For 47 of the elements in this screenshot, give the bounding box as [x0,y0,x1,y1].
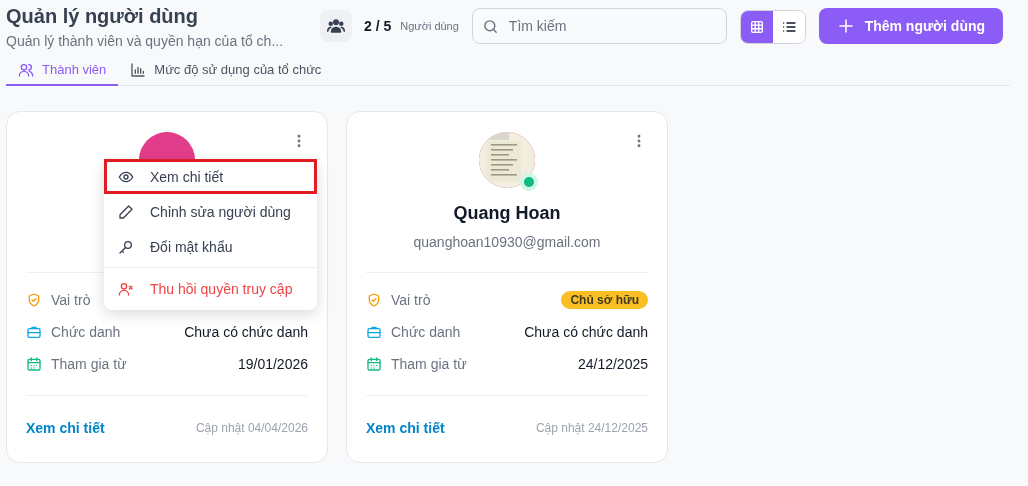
field-label: Tham gia từ [391,356,467,372]
role-badge: Chủ sở hữu [561,291,648,309]
grid-icon [748,19,765,35]
users-icon [18,61,34,78]
field-label: Tham gia từ [51,356,127,372]
search-icon [481,18,499,35]
briefcase-icon [26,324,42,340]
page-title: Quản lý người dùng [6,4,200,29]
view-toggle[interactable] [740,11,773,43]
user-remove-icon [118,280,134,297]
field-label: Chức danh [51,324,121,340]
key-icon [118,238,134,255]
add-user-button[interactable]: Thêm người dùng [818,8,1003,44]
calendar-icon [26,356,42,372]
shield-icon [26,292,42,308]
user-count-label: Người dùng [400,20,459,32]
view-toggle[interactable] [772,11,805,43]
menu-item[interactable]: Thu hồi quyền truy cập [104,271,317,306]
updated-date: Cập nhật 04/04/2026 [195,421,308,435]
search-field[interactable]: Tìm kiếm [471,8,727,44]
user-email: quanghoan10930@gmail.com [412,233,602,252]
field-value: 24/12/2025 [577,356,648,372]
tab[interactable]: Thành viên [6,55,119,86]
field-value: 19/01/2026 [237,356,308,372]
menu-item[interactable]: Chỉnh sửa người dùng [104,194,317,229]
plus-icon [836,17,855,35]
briefcase-icon [366,324,382,340]
view-details-link[interactable]: Xem chi tiết [26,420,105,436]
page-subtitle: Quản lý thành viên và quyền hạn của tổ ch... [6,33,285,49]
field-label: Chức danh [391,324,461,340]
field-label: Vai trò [51,292,91,308]
field-label: Vai trò [391,292,431,308]
view-details-link[interactable]: Xem chi tiết [366,420,445,436]
menu-item[interactable]: Xem chi tiết [104,159,317,194]
calendar-icon [366,356,382,372]
user-count: 2 / 5 [364,18,392,34]
tab[interactable]: Mức độ sử dụng của tổ chức [118,55,334,86]
shield-icon [366,292,382,308]
menu-item[interactable]: Đổi mật khẩu [104,229,317,264]
field-value: Chưa có chức danh [524,324,648,340]
bar-chart-icon [130,61,147,78]
group-icon [327,17,345,35]
field-value: Chưa có chức danh [184,324,308,340]
list-icon [780,19,797,35]
updated-date: Cập nhật 24/12/2025 [535,421,648,435]
user-name: Quang Hoan [452,202,562,224]
pencil-icon [118,203,134,220]
